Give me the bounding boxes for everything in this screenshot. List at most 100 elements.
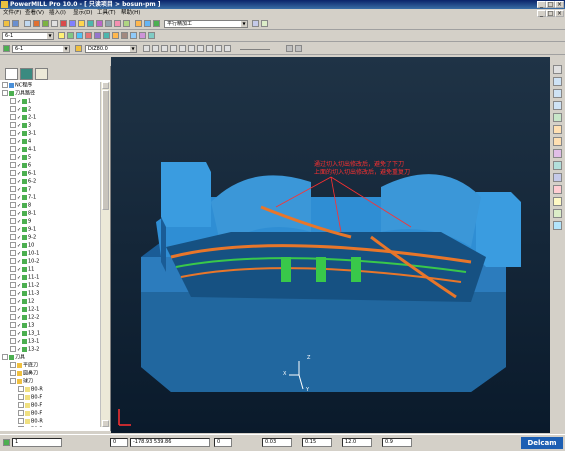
tree-item-toolpath[interactable]: ✓ 13-1 — [10, 338, 39, 345]
tree-item-tool-group[interactable]: 平底刀 — [10, 362, 38, 369]
expand-icon[interactable] — [2, 90, 8, 96]
expand-icon[interactable] — [10, 130, 16, 136]
go-start-icon[interactable] — [197, 45, 204, 52]
tp-icon-11[interactable] — [148, 32, 155, 39]
tree-item-tool[interactable]: B0-R — [18, 418, 43, 425]
tp-icon-7[interactable] — [112, 32, 119, 39]
tree-item-toolpath[interactable]: ✓ 8 — [10, 202, 31, 209]
doc-close-button[interactable]: × — [555, 10, 564, 17]
sim-eject-icon[interactable] — [286, 45, 293, 52]
zoom-fit-icon[interactable] — [553, 149, 562, 158]
rotate-icon[interactable] — [553, 173, 562, 182]
tree-item-toolpath[interactable]: ✓ 8-1 — [10, 210, 36, 217]
tree-item-toolpath[interactable]: ✓ 3-1 — [10, 130, 36, 137]
view-shaded-icon[interactable] — [553, 113, 562, 122]
tree-item-tool[interactable]: B0-F — [18, 394, 42, 401]
play-icon[interactable] — [143, 45, 150, 52]
level-icon[interactable] — [114, 20, 121, 27]
tree-item-toolpath[interactable]: ✓ 13-2 — [10, 346, 39, 353]
expand-icon[interactable] — [10, 378, 16, 384]
expand-icon[interactable] — [10, 122, 16, 128]
menu-insert[interactable]: 插入(I) — [49, 9, 66, 18]
speed-slider[interactable] — [240, 49, 270, 50]
tool-gem-icon[interactable] — [3, 45, 10, 52]
rewind-icon[interactable] — [179, 45, 186, 52]
step-back-icon[interactable] — [161, 45, 168, 52]
tree-item-toolpath[interactable]: ✓ 9-2 — [10, 234, 36, 241]
open-icon[interactable] — [3, 20, 10, 27]
tree-item-toolpath[interactable]: ✓ 11 — [10, 266, 34, 273]
expand-icon[interactable] — [10, 194, 16, 200]
tp-icon-9[interactable] — [130, 32, 137, 39]
tree-item-tool[interactable]: B0-R — [18, 386, 43, 393]
calc-icon[interactable] — [135, 20, 142, 27]
menu-tools[interactable]: 工具(T) — [97, 9, 116, 18]
tree-item-tools[interactable]: 刀具 — [2, 354, 25, 361]
expand-icon[interactable] — [10, 226, 16, 232]
expand-icon[interactable] — [18, 426, 24, 427]
cutting-sim-icon[interactable] — [553, 185, 562, 194]
toolpath-select[interactable]: 6-1 ▼ — [2, 32, 54, 40]
tree-item-toolpath[interactable]: ✓ 9-1 — [10, 226, 36, 233]
toolpath-strategy-icon[interactable] — [144, 20, 151, 27]
expand-icon[interactable] — [10, 154, 16, 160]
pause-icon[interactable] — [152, 45, 159, 52]
shaded-icon[interactable] — [252, 20, 259, 27]
doc-minimize-button[interactable]: _ — [537, 10, 546, 17]
expand-icon[interactable] — [10, 338, 16, 344]
boundary-icon[interactable] — [87, 20, 94, 27]
expand-icon[interactable] — [10, 218, 16, 224]
collision-icon[interactable] — [553, 197, 562, 206]
expand-icon[interactable] — [10, 186, 16, 192]
tree-item-toolpath[interactable]: ✓ 12-1 — [10, 306, 39, 313]
explorer-scrollbar[interactable] — [100, 82, 110, 427]
expand-icon[interactable] — [10, 146, 16, 152]
expand-icon[interactable] — [10, 346, 16, 352]
tp-icon-3[interactable] — [76, 32, 83, 39]
expand-icon[interactable] — [10, 242, 16, 248]
expand-icon[interactable] — [18, 394, 24, 400]
tree-item-toolpath[interactable]: ✓ 10 — [10, 242, 34, 249]
expand-icon[interactable] — [18, 410, 24, 416]
graphics-viewport[interactable]: 通过切入切出修改后，避免了下刀 上面的切入切出修改后，避免重复刀 Z X Y — [111, 57, 550, 433]
expand-icon[interactable] — [10, 234, 16, 240]
start-point-icon[interactable] — [60, 20, 67, 27]
doc-restore-button[interactable]: □ — [546, 10, 555, 17]
close-button[interactable]: × — [555, 1, 564, 8]
expand-icon[interactable] — [10, 314, 16, 320]
feedrate-icon[interactable] — [42, 20, 49, 27]
fast-forward-icon[interactable] — [188, 45, 195, 52]
expand-icon[interactable] — [10, 106, 16, 112]
tree-item-toolpath[interactable]: ✓ 11-2 — [10, 282, 39, 289]
step-forward-icon[interactable] — [170, 45, 177, 52]
wireframe-icon[interactable] — [261, 20, 268, 27]
html-browser-tab-icon[interactable] — [20, 68, 33, 80]
expand-icon[interactable] — [10, 250, 16, 256]
expand-icon[interactable] — [10, 178, 16, 184]
view-iso-icon[interactable] — [553, 101, 562, 110]
tree-item-toolpath[interactable]: ✓ 10-2 — [10, 258, 39, 265]
expand-icon[interactable] — [10, 306, 16, 312]
sim-lock-icon[interactable] — [295, 45, 302, 52]
view-top-icon[interactable] — [553, 65, 562, 74]
expand-icon[interactable] — [10, 274, 16, 280]
save-icon[interactable] — [12, 20, 19, 27]
tree-item-toolpath[interactable]: ✓ 7-1 — [10, 194, 36, 201]
expand-icon[interactable] — [18, 386, 24, 392]
settings-tab-icon[interactable] — [35, 68, 48, 80]
toolpath-display-icon[interactable] — [553, 209, 562, 218]
tp-icon-10[interactable] — [139, 32, 146, 39]
tp-icon-2[interactable] — [67, 32, 74, 39]
tool-select[interactable]: 6-1 ▼ — [12, 45, 70, 53]
pattern-icon[interactable] — [96, 20, 103, 27]
workplane-icon[interactable] — [123, 20, 130, 27]
sim-stop-icon[interactable] — [215, 45, 222, 52]
tree-item-tool-group[interactable]: 圆鼻刀 — [10, 370, 38, 377]
tree-item-toolpaths[interactable]: 刀具路径 — [2, 90, 35, 97]
scroll-thumb[interactable] — [102, 90, 109, 210]
expand-icon[interactable] — [18, 402, 24, 408]
tree-item-toolpath[interactable]: ✓ 2-1 — [10, 114, 36, 121]
expand-icon[interactable] — [10, 170, 16, 176]
block-icon[interactable] — [24, 20, 31, 27]
rapid-move-icon[interactable] — [33, 20, 40, 27]
